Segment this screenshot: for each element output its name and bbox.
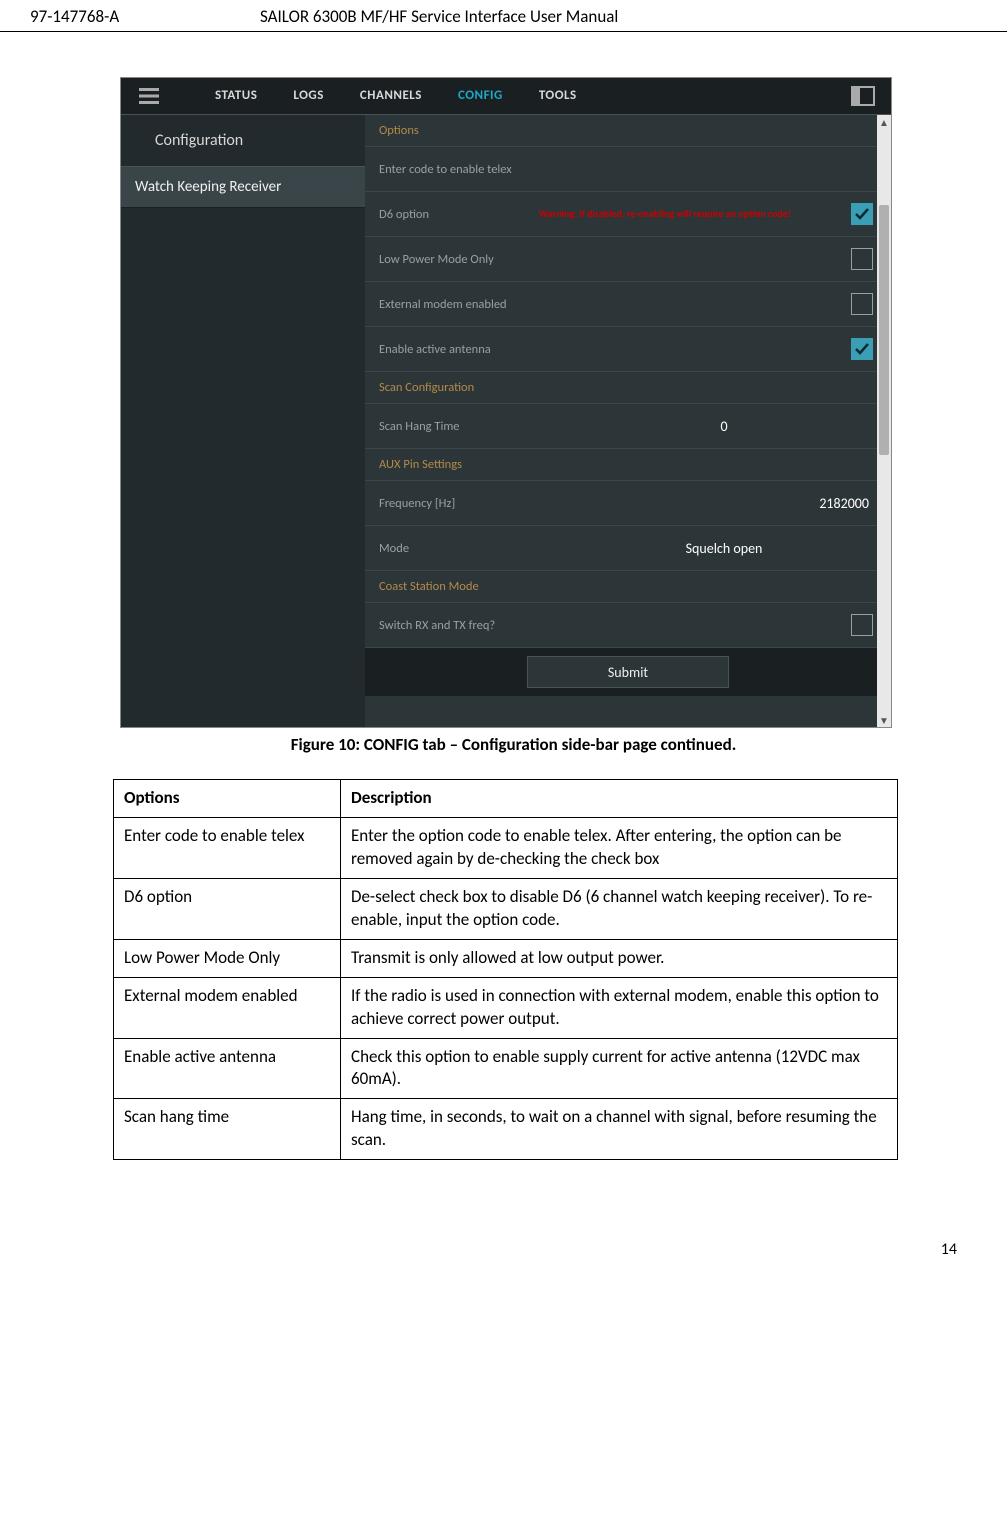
tabs: STATUS LOGS CHANNELS CONFIG TOOLS	[197, 78, 835, 114]
d6-warning: Warning: if disabled, re-enabling will r…	[539, 208, 851, 220]
row-modem[interactable]: External modem enabled	[365, 282, 891, 327]
table-row: Scan hang timeHang time, in seconds, to …	[114, 1099, 898, 1160]
row-antenna[interactable]: Enable active antenna	[365, 327, 891, 372]
mode-label: Mode	[379, 541, 539, 556]
section-options: Options	[365, 115, 891, 147]
freq-value[interactable]: 2182000	[539, 495, 873, 512]
sidebar-item-watch-keeping[interactable]: Watch Keeping Receiver	[121, 166, 365, 208]
table-row: Enable active antennaCheck this option t…	[114, 1038, 898, 1099]
sidebar: Configuration Watch Keeping Receiver	[121, 115, 365, 727]
hang-label: Scan Hang Time	[379, 419, 539, 434]
modem-label: External modem enabled	[379, 297, 539, 312]
row-switch-freq[interactable]: Switch RX and TX freq?	[365, 603, 891, 648]
tab-channels[interactable]: CHANNELS	[342, 78, 440, 114]
section-coast: Coast Station Mode	[365, 571, 891, 603]
table-row: D6 optionDe-select check box to disable …	[114, 878, 898, 939]
th-description: Description	[341, 780, 898, 818]
th-options: Options	[114, 780, 341, 818]
sidebar-title: Configuration	[121, 115, 365, 166]
app-body: Configuration Watch Keeping Receiver Opt…	[121, 115, 891, 727]
table-row: Low Power Mode OnlyTransmit is only allo…	[114, 939, 898, 977]
doc-number: 97-147768-A	[30, 6, 230, 27]
scroll-up-icon[interactable]: ▲	[877, 115, 891, 129]
panel-icon[interactable]	[847, 84, 879, 108]
submit-button[interactable]: Submit	[527, 656, 729, 688]
screenshot-container: STATUS LOGS CHANNELS CONFIG TOOLS Config…	[0, 32, 1007, 779]
content-pane: Options Enter code to enable telex D6 op…	[365, 115, 891, 727]
scroll-down-icon[interactable]: ▼	[877, 713, 891, 727]
mode-value[interactable]: Squelch open	[539, 540, 873, 557]
page-number: 14	[0, 1160, 1007, 1259]
switch-label: Switch RX and TX freq?	[379, 618, 539, 633]
modem-checkbox[interactable]	[851, 293, 873, 315]
section-scan: Scan Configuration	[365, 372, 891, 404]
scroll-thumb[interactable]	[879, 205, 889, 455]
table-row: External modem enabledIf the radio is us…	[114, 977, 898, 1038]
row-lowpower[interactable]: Low Power Mode Only	[365, 237, 891, 282]
row-d6[interactable]: D6 option Warning: if disabled, re-enabl…	[365, 192, 891, 237]
tab-tools[interactable]: TOOLS	[521, 78, 595, 114]
table-row: Enter code to enable telexEnter the opti…	[114, 817, 898, 878]
lowpower-checkbox[interactable]	[851, 248, 873, 270]
menu-icon[interactable]	[133, 84, 165, 108]
antenna-label: Enable active antenna	[379, 342, 539, 357]
page-header: 97-147768-A SAILOR 6300B MF/HF Service I…	[0, 0, 1007, 32]
doc-title: SAILOR 6300B MF/HF Service Interface Use…	[230, 6, 977, 27]
tab-config[interactable]: CONFIG	[440, 78, 521, 114]
telex-label: Enter code to enable telex	[379, 162, 539, 177]
description-table: Options Description Enter code to enable…	[113, 779, 898, 1160]
d6-label: D6 option	[379, 207, 539, 222]
lowpower-label: Low Power Mode Only	[379, 252, 539, 267]
tab-status[interactable]: STATUS	[197, 78, 275, 114]
figure-caption: Figure 10: CONFIG tab – Configuration si…	[120, 728, 907, 769]
tab-logs[interactable]: LOGS	[275, 78, 342, 114]
table-header-row: Options Description	[114, 780, 898, 818]
d6-checkbox[interactable]	[851, 203, 873, 225]
row-mode[interactable]: Mode Squelch open	[365, 526, 891, 571]
app-window: STATUS LOGS CHANNELS CONFIG TOOLS Config…	[120, 77, 892, 728]
hang-value[interactable]: 0	[539, 418, 873, 435]
topbar: STATUS LOGS CHANNELS CONFIG TOOLS	[121, 78, 891, 115]
row-telex[interactable]: Enter code to enable telex	[365, 147, 891, 192]
row-frequency[interactable]: Frequency [Hz] 2182000	[365, 481, 891, 526]
row-hang-time[interactable]: Scan Hang Time 0	[365, 404, 891, 449]
scrollbar[interactable]: ▲ ▼	[877, 115, 891, 727]
antenna-checkbox[interactable]	[851, 338, 873, 360]
submit-bar: Submit	[365, 648, 891, 696]
switch-checkbox[interactable]	[851, 614, 873, 636]
freq-label: Frequency [Hz]	[379, 496, 539, 511]
section-aux: AUX Pin Settings	[365, 449, 891, 481]
